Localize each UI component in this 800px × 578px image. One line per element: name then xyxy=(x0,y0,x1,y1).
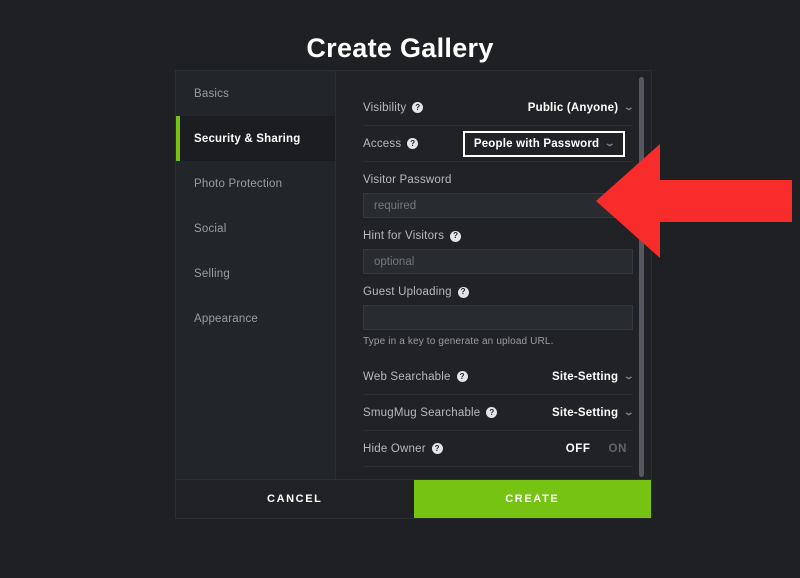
field-row-smugmug-searchable: SmugMug Searchable ? Site-Setting ⌄ xyxy=(363,395,635,431)
visitor-password-input[interactable] xyxy=(363,193,633,218)
web-searchable-label-group: Web Searchable ? xyxy=(363,371,468,383)
field-row-web-searchable: Web Searchable ? Site-Setting ⌄ xyxy=(363,359,635,395)
web-searchable-value: Site-Setting xyxy=(551,370,619,383)
visibility-dropdown[interactable]: Public (Anyone) ⌄ xyxy=(527,101,635,114)
guest-uploading-label-group: Guest Uploading ? xyxy=(363,286,633,298)
chevron-down-icon: ⌄ xyxy=(623,407,635,417)
hide-owner-off-option[interactable]: OFF xyxy=(566,443,591,455)
field-row-hide-owner: Hide Owner ? OFF ON xyxy=(363,431,633,467)
guest-uploading-hint: Type in a key to generate an upload URL. xyxy=(363,336,554,347)
sidebar-item-security-and-sharing[interactable]: Security & Sharing xyxy=(176,116,335,161)
question-mark-icon[interactable]: ? xyxy=(486,407,498,418)
cancel-button[interactable]: CANCEL xyxy=(176,480,414,518)
chevron-down-icon: ⌄ xyxy=(623,102,635,112)
guest-uploading-input[interactable] xyxy=(363,305,633,330)
access-label: Access xyxy=(363,137,402,150)
sidebar-item-basics[interactable]: Basics xyxy=(176,71,335,116)
field-hint-for-visitors: Hint for Visitors ? xyxy=(363,218,633,274)
smugmug-searchable-label: SmugMug Searchable xyxy=(363,406,481,419)
hide-owner-label-group: Hide Owner ? xyxy=(363,443,443,455)
question-mark-icon[interactable]: ? xyxy=(407,138,419,149)
smugmug-searchable-label-group: SmugMug Searchable ? xyxy=(363,406,498,419)
sidebar-item-photo-protection[interactable]: Photo Protection xyxy=(176,161,335,206)
visitor-password-label-group: Visitor Password xyxy=(363,174,633,186)
guest-uploading-label: Guest Uploading xyxy=(363,286,452,298)
field-visitor-password: Visitor Password xyxy=(363,162,633,218)
sidebar-item-label: Photo Protection xyxy=(194,177,283,190)
sidebar-item-appearance[interactable]: Appearance xyxy=(176,296,335,341)
hide-owner-label: Hide Owner xyxy=(363,442,426,455)
sidebar-item-selling[interactable]: Selling xyxy=(176,251,335,296)
field-guest-uploading: Guest Uploading ? Type in a key to gener… xyxy=(363,274,633,347)
visitor-password-label: Visitor Password xyxy=(363,174,452,186)
sidebar-item-label: Selling xyxy=(194,267,230,280)
dialog-footer: CANCEL CREATE xyxy=(176,479,651,518)
question-mark-icon[interactable]: ? xyxy=(412,102,424,113)
field-row-visibility: Visibility ? Public (Anyone) ⌄ xyxy=(363,90,635,126)
hint-for-visitors-input[interactable] xyxy=(363,249,633,274)
question-mark-icon[interactable]: ? xyxy=(431,443,443,454)
hide-owner-toggle[interactable]: OFF ON xyxy=(566,443,627,455)
visibility-label: Visibility xyxy=(363,101,407,114)
smugmug-searchable-dropdown[interactable]: Site-Setting ⌄ xyxy=(551,406,635,419)
field-row-access: Access ? People with Password ⌄ xyxy=(363,126,633,162)
question-mark-icon[interactable]: ? xyxy=(457,286,469,298)
create-gallery-dialog: Basics Security & Sharing Photo Protecti… xyxy=(175,70,652,519)
visibility-label-group: Visibility ? xyxy=(363,101,424,114)
question-mark-icon[interactable]: ? xyxy=(456,371,468,382)
settings-form-panel: Visibility ? Public (Anyone) ⌄ Access ? … xyxy=(336,71,651,479)
create-button[interactable]: CREATE xyxy=(413,480,651,518)
sidebar-item-label: Social xyxy=(194,222,227,235)
access-value: People with Password xyxy=(473,137,600,150)
access-dropdown[interactable]: People with Password ⌄ xyxy=(462,130,625,157)
web-searchable-dropdown[interactable]: Site-Setting ⌄ xyxy=(551,370,635,383)
hide-owner-on-option[interactable]: ON xyxy=(609,443,627,455)
visibility-value: Public (Anyone) xyxy=(527,101,619,114)
sidebar-item-label: Security & Sharing xyxy=(194,132,301,145)
vertical-scrollbar-thumb[interactable] xyxy=(639,77,644,477)
chevron-down-icon: ⌄ xyxy=(623,371,635,381)
sidebar-item-label: Basics xyxy=(194,87,230,100)
web-searchable-label: Web Searchable xyxy=(363,370,451,383)
question-mark-icon[interactable]: ? xyxy=(450,230,462,242)
access-label-group: Access ? xyxy=(363,137,419,150)
hint-for-visitors-label: Hint for Visitors xyxy=(363,230,445,242)
sidebar-item-label: Appearance xyxy=(194,312,259,325)
page-title: Create Gallery xyxy=(306,33,494,63)
settings-sidebar: Basics Security & Sharing Photo Protecti… xyxy=(176,71,336,479)
smugmug-searchable-value: Site-Setting xyxy=(551,406,619,419)
hint-for-visitors-label-group: Hint for Visitors ? xyxy=(363,230,633,242)
chevron-down-icon: ⌄ xyxy=(604,138,616,148)
dialog-body: Basics Security & Sharing Photo Protecti… xyxy=(176,71,651,479)
sidebar-item-social[interactable]: Social xyxy=(176,206,335,251)
